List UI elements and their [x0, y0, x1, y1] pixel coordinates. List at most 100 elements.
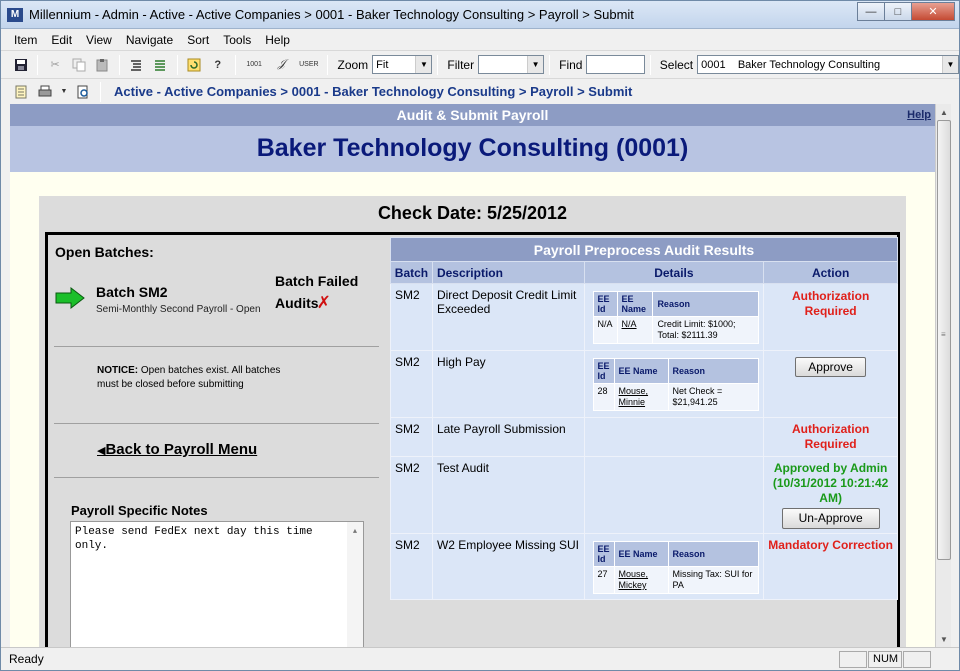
- ee-name-link[interactable]: Mouse, Mickey: [613, 566, 669, 594]
- mini-header-ee-id: EE Id: [592, 541, 615, 567]
- chevron-down-icon[interactable]: ▼: [415, 56, 432, 73]
- mini-header-ee-name: EE Name: [616, 291, 654, 317]
- notice-text: NOTICE: Open batches exist. All batches …: [97, 364, 287, 392]
- status-bar: Ready NUM: [1, 647, 959, 670]
- cut-icon[interactable]: ✂: [46, 56, 63, 74]
- open-batches-panel: Open Batches: Batch SM2 Semi-Monthly Sec…: [48, 235, 384, 647]
- minimize-button[interactable]: —: [857, 2, 885, 21]
- refresh-icon[interactable]: [186, 56, 203, 74]
- approval-status: Approved by Admin (10/31/2012 10:21:42 A…: [772, 461, 889, 505]
- menu-item-navigate[interactable]: Navigate: [119, 30, 180, 50]
- breadcrumb[interactable]: Active - Active Companies > 0001 - Baker…: [114, 84, 632, 99]
- row-description: Late Payroll Submission: [431, 417, 585, 457]
- user-icon[interactable]: USER: [298, 56, 319, 74]
- menu-item-tools[interactable]: Tools: [216, 30, 258, 50]
- print-preview-icon[interactable]: [74, 83, 92, 101]
- row-action: Approved by Admin (10/31/2012 10:21:42 A…: [763, 456, 898, 534]
- back-label: Back to Payroll Menu: [105, 441, 258, 458]
- ee-name-link[interactable]: Mouse, Minnie: [613, 383, 669, 411]
- reason: Credit Limit: $1000; Total: $2111.39: [652, 316, 760, 344]
- company-select-value: 0001 Baker Technology Consulting: [701, 58, 881, 71]
- list-tree-icon[interactable]: [151, 56, 168, 74]
- row-batch: SM2: [390, 533, 433, 600]
- scroll-up-icon[interactable]: ▲: [936, 104, 952, 120]
- details-table: EE Id EE Name Reason 27 Mouse, Mickey Missin…: [592, 541, 759, 594]
- ee-name-link[interactable]: N/A: [616, 316, 654, 344]
- toolbar-separator: [37, 54, 39, 75]
- print-icon[interactable]: [36, 83, 54, 101]
- row-details: EE Id EE Name Reason 28 Mouse, Minnie Net Ch…: [583, 350, 765, 418]
- action-status: Authorization Required: [763, 283, 898, 351]
- form-1001-icon[interactable]: 1001: [244, 56, 265, 74]
- row-description: Test Audit: [431, 456, 585, 534]
- help-question-icon[interactable]: ?: [209, 56, 226, 74]
- menu-bar: Item Edit View Navigate Sort Tools Help: [1, 30, 959, 50]
- mini-header-ee-id: EE Id: [592, 291, 618, 317]
- menu-item-help[interactable]: Help: [258, 30, 297, 50]
- row-description: W2 Employee Missing SUI: [431, 533, 585, 600]
- ee-id: 27: [592, 566, 615, 594]
- column-header-action: Action: [763, 261, 898, 284]
- batch-name[interactable]: Batch SM2: [96, 284, 168, 300]
- toolbar-separator: [437, 54, 439, 75]
- status-cell-empty: [903, 651, 931, 668]
- reason: Missing Tax: SUI for PA: [667, 566, 759, 594]
- payroll-notes-textarea[interactable]: Please send FedEx next day this time onl…: [70, 521, 364, 647]
- green-arrow-icon: [55, 287, 85, 309]
- signature-icon[interactable]: 𝒥: [271, 56, 292, 74]
- back-to-payroll-menu-link[interactable]: ◀Back to Payroll Menu: [97, 441, 257, 458]
- maximize-button[interactable]: □: [884, 2, 912, 21]
- audit-panel: Check Date: 5/25/2012 Open Batches: Batc…: [39, 196, 906, 647]
- num-lock-indicator: NUM: [868, 651, 902, 668]
- row-batch: SM2: [390, 417, 433, 457]
- notes-title: Payroll Specific Notes: [71, 503, 208, 518]
- audit-results: Payroll Preprocess Audit Results Batch D…: [390, 237, 898, 603]
- zoom-select[interactable]: Fit ▼: [372, 55, 433, 74]
- toolbar-separator: [234, 54, 236, 75]
- menu-item-item[interactable]: Item: [7, 30, 44, 50]
- list-indent-icon[interactable]: [128, 56, 145, 74]
- chevron-down-icon[interactable]: ▼: [941, 56, 958, 73]
- scroll-thumb[interactable]: ≡: [937, 120, 951, 560]
- toolbar-separator: [549, 54, 551, 75]
- paste-icon[interactable]: [93, 56, 110, 74]
- table-row: SM2 W2 Employee Missing SUI EE Id EE Name…: [390, 533, 898, 600]
- vertical-scrollbar[interactable]: ▲ ≡ ▼: [935, 104, 951, 647]
- batch-failed-label: Batch Failed: [275, 273, 359, 289]
- select-label: Select: [659, 57, 694, 72]
- scroll-down-icon[interactable]: ▼: [936, 631, 952, 647]
- menu-item-edit[interactable]: Edit: [44, 30, 79, 50]
- filter-label: Filter: [447, 57, 475, 72]
- copy-icon[interactable]: [70, 56, 87, 74]
- filter-select[interactable]: ▼: [478, 55, 545, 74]
- reason: Net Check = $21,941.25: [667, 383, 759, 411]
- company-title: Baker Technology Consulting (0001): [10, 126, 935, 172]
- details-table: EE Id EE Name Reason N/A N/A Credit Limit: $…: [592, 291, 760, 344]
- close-button[interactable]: ✕: [911, 2, 955, 21]
- row-details: EE Id EE Name Reason 27 Mouse, Mickey Missin…: [583, 533, 765, 600]
- row-details: [583, 417, 765, 457]
- find-label: Find: [559, 57, 583, 72]
- company-select[interactable]: 0001 Baker Technology Consulting ▼: [697, 55, 959, 74]
- save-icon[interactable]: [12, 56, 29, 74]
- divider: [54, 477, 379, 478]
- menu-item-view[interactable]: View: [79, 30, 119, 50]
- toolbar-separator: [327, 54, 329, 75]
- grip-icon: ≡: [941, 330, 946, 339]
- table-row: SM2 Direct Deposit Credit Limit Exceeded…: [390, 283, 898, 351]
- action-status: Authorization Required: [763, 417, 898, 457]
- find-input[interactable]: [586, 55, 645, 74]
- page-icon[interactable]: [12, 83, 30, 101]
- approve-button[interactable]: Approve: [795, 357, 866, 377]
- audit-results-title: Payroll Preprocess Audit Results: [390, 237, 898, 262]
- help-link[interactable]: Help: [907, 109, 931, 121]
- menu-item-sort[interactable]: Sort: [180, 30, 216, 50]
- divider: [54, 346, 379, 347]
- app-logo-icon: M: [7, 8, 23, 22]
- chevron-down-icon[interactable]: ▼: [527, 56, 544, 73]
- un-approve-button[interactable]: Un-Approve: [781, 508, 880, 529]
- column-header-details: Details: [583, 261, 765, 284]
- toolbar-separator: [649, 54, 651, 75]
- notes-scrollbar[interactable]: ▲: [347, 522, 363, 647]
- chevron-down-icon[interactable]: ▼: [60, 83, 68, 101]
